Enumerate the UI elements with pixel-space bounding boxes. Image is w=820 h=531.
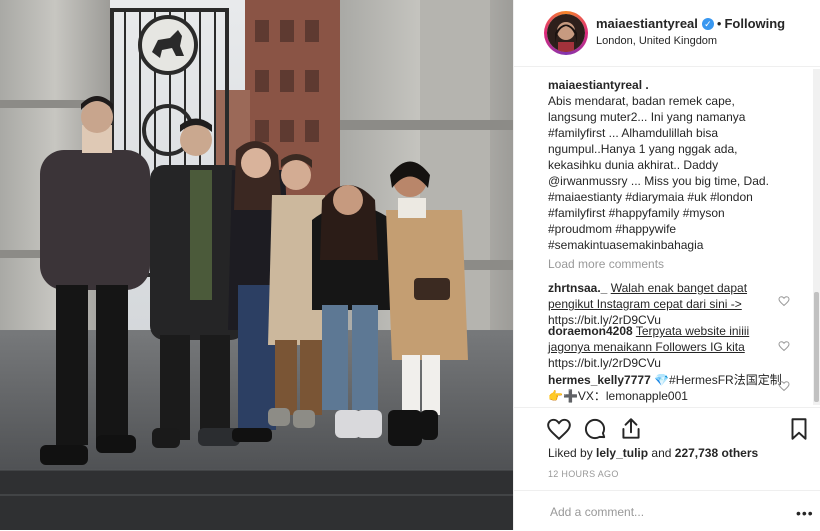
caption-username[interactable]: maiaestiantyreal . bbox=[548, 77, 798, 93]
avatar-image bbox=[547, 14, 585, 52]
following-button[interactable]: Following bbox=[724, 16, 785, 31]
post-caption: maiaestiantyreal . Abis mendarat, badan … bbox=[548, 77, 798, 253]
post-action-bar bbox=[514, 407, 820, 448]
separator-dot: • bbox=[716, 16, 722, 31]
add-comment-input[interactable] bbox=[548, 501, 782, 523]
heart-icon[interactable] bbox=[778, 295, 790, 307]
comments-scrollbar-thumb[interactable] bbox=[814, 292, 819, 402]
comment-item: hermes_kelly7777 💎#HermesFR法国定制👉➕VX：lemo… bbox=[548, 372, 788, 404]
heart-icon[interactable] bbox=[778, 340, 790, 352]
post-header: maiaestiantyreal ✓ • Following London, Unit… bbox=[514, 0, 820, 67]
avatar[interactable] bbox=[544, 11, 588, 55]
load-more-comments-button[interactable]: Load more comments bbox=[548, 257, 664, 271]
username-link[interactable]: maiaestiantyreal bbox=[596, 16, 698, 31]
heart-icon[interactable] bbox=[778, 380, 790, 392]
likes-first-user[interactable]: lely_tulip bbox=[596, 446, 648, 460]
header-user-line: maiaestiantyreal ✓ • Following bbox=[596, 16, 785, 31]
likes-and: and bbox=[651, 446, 672, 460]
comment-bubble-icon[interactable] bbox=[582, 416, 608, 442]
likes-count[interactable]: 227,738 others bbox=[675, 446, 758, 460]
comments-list[interactable]: maiaestiantyreal . Abis mendarat, badan … bbox=[514, 67, 820, 407]
comment-username[interactable]: hermes_kelly7777 bbox=[548, 373, 651, 387]
verified-badge-icon: ✓ bbox=[701, 17, 714, 30]
share-icon[interactable] bbox=[618, 416, 644, 442]
bookmark-icon[interactable] bbox=[786, 416, 812, 442]
instagram-post: maiaestiantyreal ✓ • Following London, Unit… bbox=[0, 0, 820, 530]
post-side-panel: maiaestiantyreal ✓ • Following London, Unit… bbox=[513, 0, 820, 530]
comment-item: doraemon4208 Terpyata website iniiii jag… bbox=[548, 323, 788, 371]
post-photo[interactable] bbox=[0, 0, 513, 530]
comment-username[interactable]: zhrtnsaa._ bbox=[548, 281, 607, 295]
likes-summary: Liked by lely_tulip and 227,738 others bbox=[548, 446, 758, 460]
family-photo-illustration bbox=[0, 0, 513, 530]
comment-link[interactable]: https://bit.ly/2rD9CVu bbox=[548, 356, 661, 370]
comment-item: zhrtnsaa._ Walah enak banget dapat pengi… bbox=[548, 280, 788, 328]
post-timestamp[interactable]: 12 HOURS AGO bbox=[548, 469, 619, 479]
comment-username[interactable]: doraemon4208 bbox=[548, 324, 633, 338]
likes-prefix: Liked by bbox=[548, 446, 593, 460]
caption-text: Abis mendarat, badan remek cape, langsun… bbox=[548, 94, 769, 252]
more-options-icon[interactable]: ••• bbox=[796, 505, 814, 521]
location-link[interactable]: London, United Kingdom bbox=[596, 35, 717, 47]
heart-icon[interactable] bbox=[546, 416, 572, 442]
add-comment-bar: ••• bbox=[514, 490, 820, 531]
